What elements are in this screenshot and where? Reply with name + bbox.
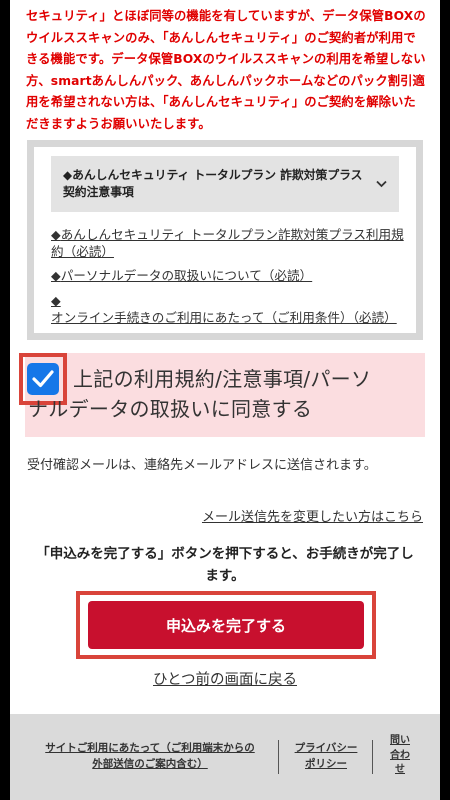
terms-header-label: ◆あんしんセキュリティ トータルプラン 詐欺対策プラス契約注意事項 — [63, 168, 363, 199]
back-link[interactable]: ひとつ前の画面に戻る — [10, 668, 440, 689]
footer-contact-link[interactable]: 問い 合わ せ — [382, 734, 418, 778]
link-mark: ◆ — [51, 227, 61, 242]
footer-contact-line2: 合わ — [390, 749, 410, 761]
submit-highlight-frame: 申込みを完了する — [76, 591, 376, 659]
terms-link-usage-rules[interactable]: ◆あんしんセキュリティ トータルプラン詐欺対策プラス利用規約（必読） — [51, 226, 406, 260]
footer: サイトご利用にあたって（ご利用端末からの 外部送信のご案内含む） プライバシー … — [10, 714, 440, 800]
checkmark-icon — [32, 370, 54, 388]
link-text: あんしんセキュリティ トータルプラン詐欺対策プラス利用規約（必読） — [51, 227, 404, 259]
link-text: パーソナルデータの取扱いについて（必読） — [60, 268, 313, 283]
completion-instruction: 「申込みを完了する」ボタンを押下すると、お手続きが完了します。 — [36, 546, 414, 584]
terms-link-online-procedure[interactable]: ◆ オンライン手続きのご利用にあたって（ご利用条件）（必読） — [51, 292, 406, 326]
link-mark: ◆ — [51, 268, 61, 283]
screen: セキュリティ」とほぼ同等の機能を有していますが、データ保管BOXのウイルススキャ… — [10, 0, 440, 800]
footer-privacy-line2: ポリシー — [305, 758, 347, 770]
contract-warning-text: セキュリティ」とほぼ同等の機能を有していますが、データ保管BOXのウイルススキャ… — [26, 9, 426, 131]
consent-label-line2: ナルデータの取扱いに同意する — [28, 397, 313, 421]
submit-application-button[interactable]: 申込みを完了する — [88, 601, 364, 649]
footer-divider — [372, 740, 373, 774]
terms-box: ◆あんしんセキュリティ トータルプラン 詐欺対策プラス契約注意事項 ◆あんしんセ… — [27, 140, 423, 340]
footer-privacy-link[interactable]: プライバシー ポリシー — [286, 740, 366, 772]
consent-area: 上記の利用規約/注意事項/パーソ ナルデータの取扱いに同意する — [19, 353, 425, 437]
footer-site-usage-link[interactable]: サイトご利用にあたって（ご利用端末からの 外部送信のご案内含む） — [32, 740, 268, 772]
footer-privacy-line1: プライバシー — [294, 742, 358, 754]
footer-divider — [278, 740, 279, 774]
consent-label[interactable]: 上記の利用規約/注意事項/パーソ ナルデータの取扱いに同意する — [28, 364, 413, 424]
terms-accordion-header[interactable]: ◆あんしんセキュリティ トータルプラン 詐欺対策プラス契約注意事項 — [51, 156, 399, 212]
footer-site-usage-line2: 外部送信のご案内含む） — [92, 758, 208, 770]
footer-contact-line3: せ — [395, 764, 405, 775]
change-email-link[interactable]: メール送信先を変更したい方はこちら — [202, 506, 423, 525]
footer-contact-line1: 問い — [390, 735, 410, 746]
chevron-down-icon — [376, 176, 387, 193]
terms-link-personal-data[interactable]: ◆パーソナルデータの取扱いについて（必読） — [51, 267, 406, 284]
link-text: オンライン手続きのご利用にあたって（ご利用条件）（必読） — [51, 310, 397, 325]
footer-site-usage-line1: サイトご利用にあたって（ご利用端末からの — [45, 742, 255, 754]
email-notice: 受付確認メールは、連絡先メールアドレスに送信されます。 — [27, 458, 377, 473]
consent-checkbox[interactable] — [27, 363, 59, 395]
link-mark: ◆ — [51, 293, 61, 308]
consent-label-line1: 上記の利用規約/注意事項/パーソ — [73, 367, 372, 391]
